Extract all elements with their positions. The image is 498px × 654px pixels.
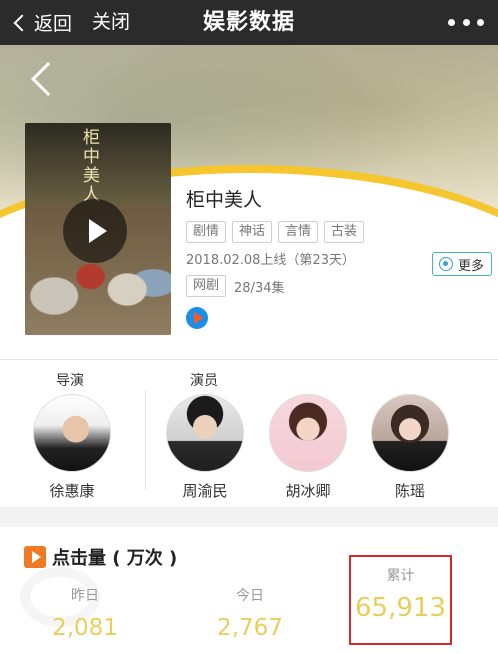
drama-header: 柜中美人 柜中美人 剧情 神话 言情 古装 2018.02.08上线（第23天）…: [0, 45, 498, 360]
close-button[interactable]: 关闭: [92, 0, 130, 45]
stat-label: 今日: [236, 588, 264, 604]
genre-tag: 古装: [324, 221, 365, 243]
back-button[interactable]: 返回: [12, 0, 72, 45]
click-stats-section: 点击量 ( 万次 ) 昨日 2,081 今日 2,767 累计 65,913: [0, 527, 498, 654]
stats-header: 点击量 ( 万次 ): [24, 544, 177, 570]
dot-icon: [448, 18, 455, 26]
more-menu-button[interactable]: [448, 13, 484, 31]
back-label: 返回: [34, 13, 73, 35]
director-label: 导演: [56, 373, 84, 389]
cast-name: 徐惠康: [49, 482, 95, 500]
play-icon[interactable]: [63, 199, 127, 263]
avatar: [269, 394, 347, 472]
drama-title: 柜中美人: [186, 189, 263, 211]
more-icon: [439, 257, 453, 271]
stat-label: 昨日: [71, 588, 99, 604]
cast-section: 导演 演员 徐惠康 周渝民 胡冰卿 陈瑶: [0, 359, 498, 507]
genre-tag: 言情: [278, 221, 319, 243]
chevron-left-icon: [13, 14, 31, 31]
stats-title: 点击量 ( 万次 ): [52, 548, 178, 569]
stat-label: 累计: [386, 568, 415, 584]
poster-title: 柜中美人: [83, 128, 100, 205]
drama-info: 柜中美人 剧情 神话 言情 古装 2018.02.08上线（第23天） 网剧 2…: [186, 187, 486, 297]
more-label: 更多: [458, 258, 485, 274]
total-stat: 累计 65,913: [351, 565, 450, 623]
episode-count: 28/34集: [234, 280, 285, 296]
avatar: [371, 394, 449, 472]
dot-icon: [477, 18, 484, 26]
avatar: [166, 394, 244, 472]
genre-tag: 剧情: [186, 221, 227, 243]
play-icon: [24, 546, 46, 568]
cast-name: 周渝民: [182, 482, 228, 500]
page-title: 娱影数据: [202, 10, 295, 35]
top-nav-bar: 返回 关闭 娱影数据: [0, 0, 498, 45]
genre-tag: 神话: [232, 221, 273, 243]
type-row: 网剧 28/34集: [186, 275, 486, 297]
avatar: [33, 394, 111, 472]
drama-poster[interactable]: 柜中美人: [25, 123, 171, 335]
cast-member[interactable]: 周渝民: [165, 394, 245, 501]
cast-name: 胡冰卿: [285, 482, 331, 500]
cast-name: 陈瑶: [394, 482, 425, 500]
stat-value: 2,081: [52, 615, 118, 641]
cast-member[interactable]: 胡冰卿: [268, 394, 348, 501]
type-tag: 网剧: [186, 275, 227, 297]
genre-tags: 剧情 神话 言情 古装: [186, 221, 486, 243]
dot-icon: [462, 18, 470, 26]
cast-member[interactable]: 陈瑶: [370, 394, 450, 501]
more-button[interactable]: 更多: [432, 252, 492, 276]
stat-value: 65,913: [355, 593, 446, 623]
divider: [145, 390, 146, 490]
yesterday-stat: 昨日 2,081: [50, 585, 120, 641]
video-platform-icon[interactable]: [186, 307, 208, 329]
actor-label: 演员: [190, 373, 218, 389]
today-stat: 今日 2,767: [214, 585, 286, 641]
cast-member[interactable]: 徐惠康: [32, 394, 112, 501]
stat-value: 2,767: [217, 615, 283, 641]
